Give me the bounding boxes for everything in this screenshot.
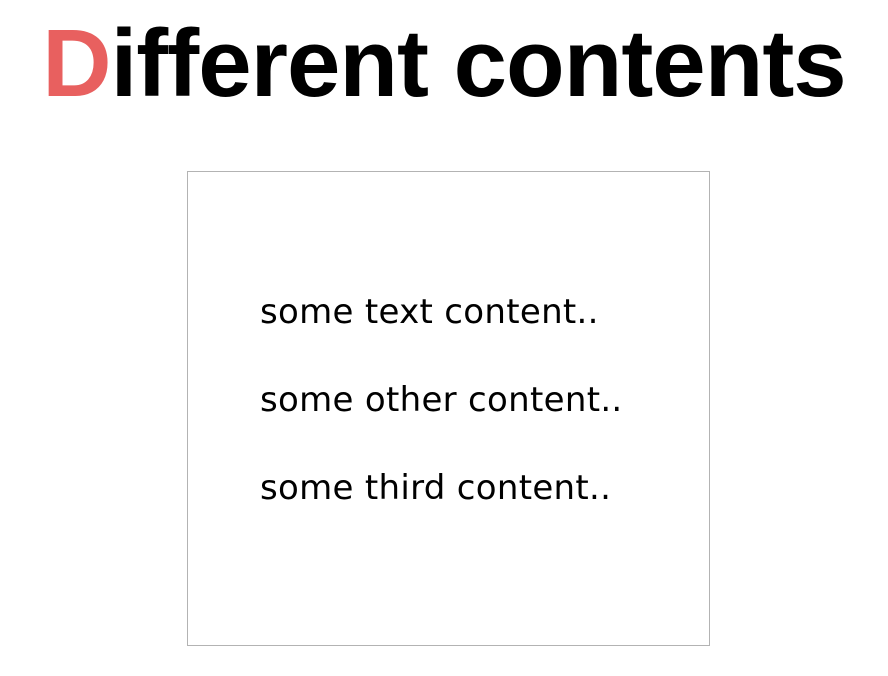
title-rest: ifferent contents <box>110 10 847 117</box>
content-box: some text content.. some other content..… <box>187 171 710 646</box>
content-list: some text content.. some other content..… <box>260 292 623 556</box>
content-item-third: some third content.. <box>260 468 612 508</box>
title-first-letter: D <box>42 10 111 117</box>
content-item-other: some other content.. <box>260 380 623 420</box>
content-item-text: some text content.. <box>260 292 599 332</box>
page-title: Different contents <box>0 14 888 114</box>
